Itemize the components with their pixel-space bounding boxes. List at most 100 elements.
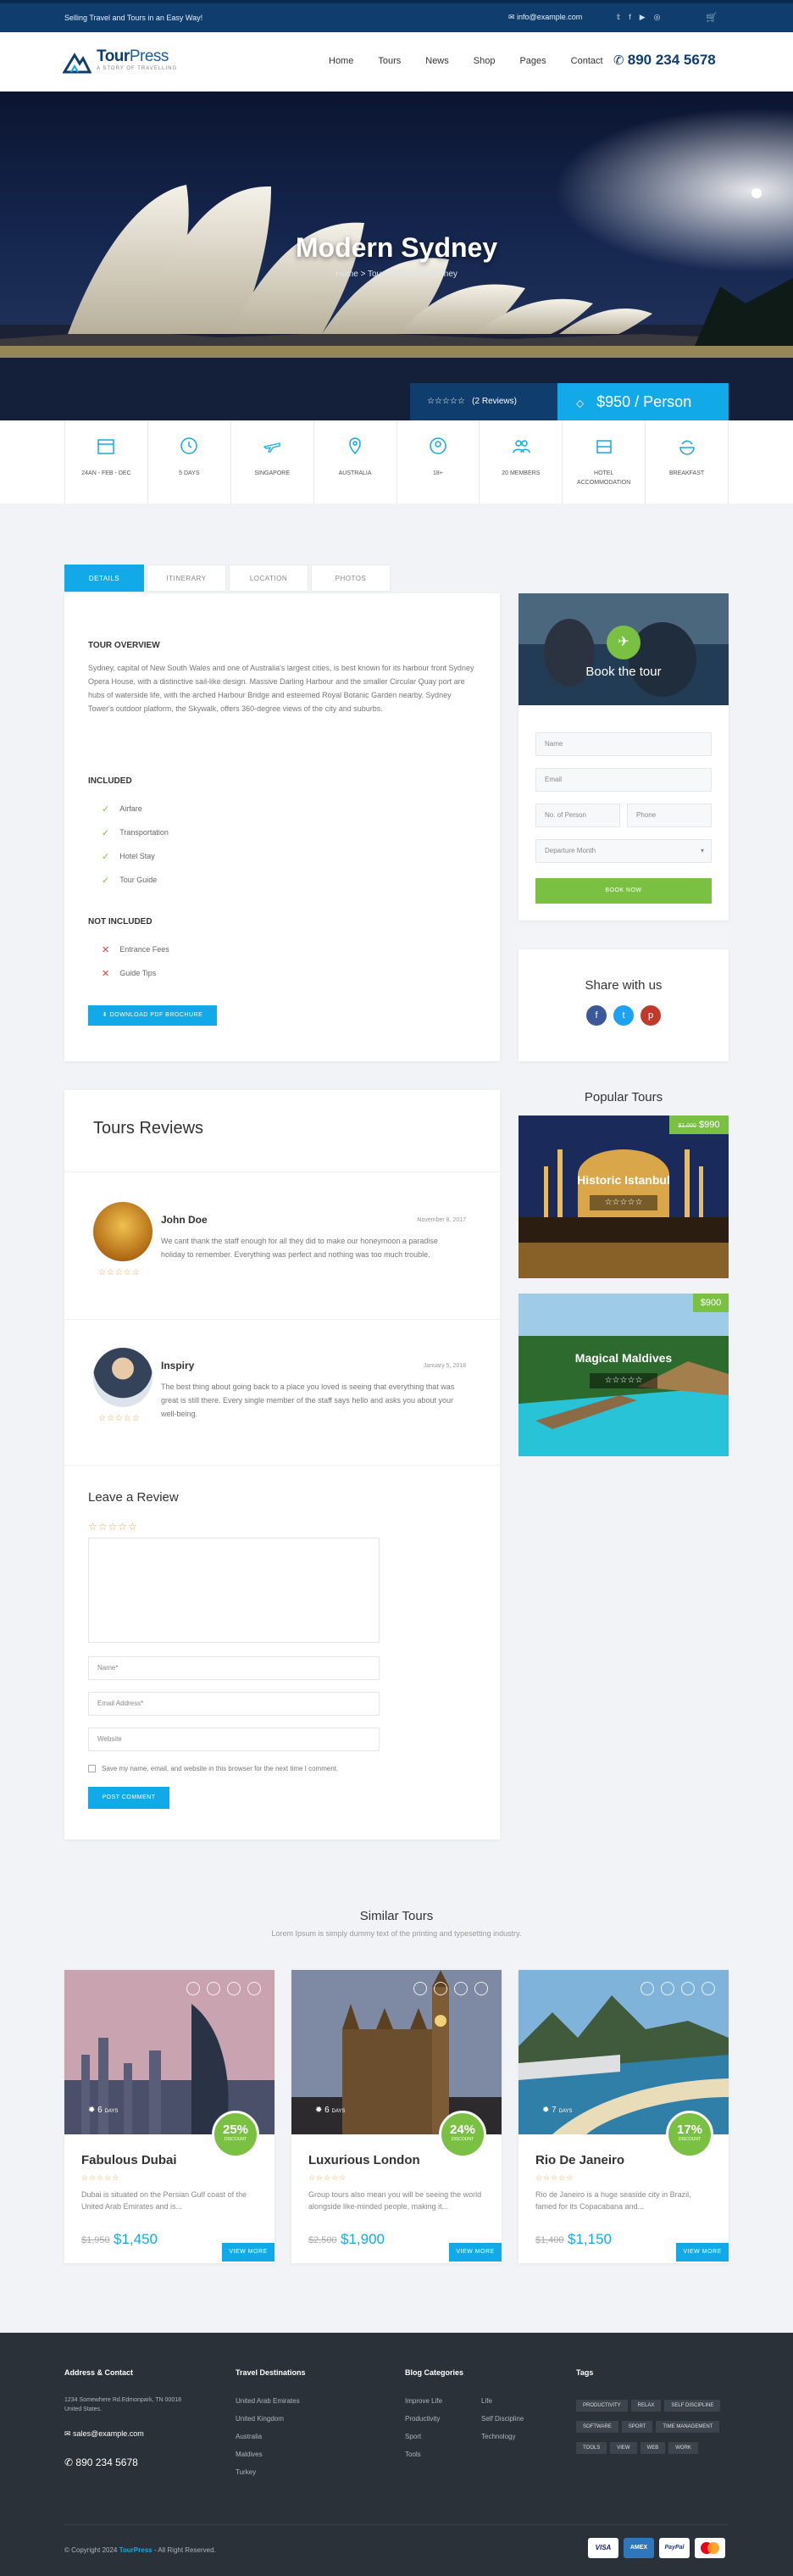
feature-hotel: HOTEL ACCOMMODATION	[563, 420, 646, 504]
tag-chip[interactable]: WORK	[668, 2442, 698, 2454]
top-email[interactable]: ✉ info@example.com	[508, 13, 582, 22]
tag-chip[interactable]: TIME MANAGEMENT	[656, 2421, 720, 2433]
booking-form: ✈ Book the tour Name Email No. of Person…	[518, 593, 729, 921]
footer-link[interactable]: Technology	[481, 2428, 524, 2445]
tab-details[interactable]: DETAILS	[64, 565, 144, 592]
rating-input[interactable]: ☆☆☆☆☆	[88, 1521, 138, 1533]
tour-rating[interactable]: ☆☆☆☆☆ (2 Reviews)	[410, 383, 557, 420]
tag-chip[interactable]: WEB	[640, 2442, 666, 2454]
popular-tour-card[interactable]: $1,000 $990 Historic Istanbul ☆☆☆☆☆	[518, 1116, 729, 1278]
tag-chip[interactable]: VIEW	[610, 2442, 637, 2454]
tag-chip[interactable]: SOFTWARE	[576, 2421, 618, 2433]
twitter-icon[interactable]: t	[613, 1005, 634, 1026]
footer-link[interactable]: Tools	[405, 2445, 442, 2463]
plane-icon	[263, 442, 280, 453]
nav-home[interactable]: Home	[329, 56, 353, 66]
month-select[interactable]: Departure Month ▾	[535, 839, 712, 863]
tour-name[interactable]: Rio De Janeiro	[535, 2153, 624, 2167]
footer-link[interactable]: United Arab Emirates	[236, 2392, 300, 2410]
review-textarea[interactable]	[88, 1538, 380, 1643]
tour-card[interactable]: ✹ 7 DAYS 17% DISCOUNT Rio De Janeiro ☆☆☆☆…	[518, 1970, 729, 2263]
footer-link[interactable]: Self Discipline	[481, 2410, 524, 2428]
header-phone[interactable]: ✆ 890 234 5678	[613, 52, 716, 69]
email-field[interactable]: Email Address*	[88, 1692, 380, 1716]
website-field[interactable]: Website	[88, 1728, 380, 1751]
map-pin-icon	[474, 1982, 488, 1995]
tour-price: $1,150	[568, 2231, 612, 2247]
price-badge: $1,000 $990	[669, 1116, 729, 1134]
details-panel: TOUR OVERVIEW Sydney, capital of New Sou…	[64, 593, 500, 1061]
footer-link[interactable]: Improve Life	[405, 2392, 442, 2410]
tour-card[interactable]: ✹ 6 DAYS 24% DISCOUNT Luxurious London ☆☆…	[291, 1970, 502, 2263]
tour-description: Group tours also mean you will be seeing…	[308, 2190, 482, 2211]
overview-title: TOUR OVERVIEW	[88, 641, 160, 650]
popular-tour-card[interactable]: $900 Magical Maldives ☆☆☆☆☆	[518, 1294, 729, 1456]
tour-name[interactable]: Luxurious London	[308, 2153, 420, 2167]
persons-field[interactable]: No. of Person	[535, 804, 620, 827]
logo-text[interactable]: TourPress	[97, 47, 169, 66]
name-field[interactable]: Name	[535, 732, 712, 756]
rating-stars: ☆☆☆☆☆	[98, 1268, 141, 1277]
email-field[interactable]: Email	[535, 768, 712, 792]
tour-card[interactable]: ✹ 6 DAYS 25% DISCOUNT Fabulous Dubai ☆☆☆☆…	[64, 1970, 274, 2263]
tag-chip[interactable]: SPORT	[621, 2421, 653, 2433]
nav-contact[interactable]: Contact	[571, 56, 603, 66]
tab-location[interactable]: LOCATION	[229, 565, 308, 592]
twitter-icon[interactable]: 𝕥	[617, 13, 620, 22]
footer-link[interactable]: United Kingdom	[236, 2410, 300, 2428]
footer-link[interactable]: Maldives	[236, 2445, 300, 2463]
rating-stars: ☆☆☆☆☆	[308, 2173, 347, 2182]
youtube-icon[interactable]: ▶	[640, 13, 646, 22]
footer-link[interactable]: Sport	[405, 2428, 442, 2445]
hero-title: Modern Sydney	[295, 232, 498, 263]
reviewer-name: John Doe	[161, 1214, 208, 1226]
sun-icon: ✹	[542, 2106, 552, 2115]
footer-link[interactable]: Turkey	[236, 2463, 300, 2481]
footer-email[interactable]: ✉ sales@example.com	[64, 2429, 144, 2439]
rating-stars: ☆☆☆☆☆	[427, 397, 465, 406]
footer-link[interactable]: Productivity	[405, 2410, 442, 2428]
nav-news[interactable]: News	[425, 56, 449, 66]
logo-icon[interactable]	[63, 50, 92, 74]
rating-stars: ☆☆☆☆☆	[590, 1373, 657, 1388]
save-info-checkbox[interactable]	[88, 1765, 96, 1772]
tag-chip[interactable]: SELF DISCIPLINE	[664, 2400, 721, 2412]
view-more-button[interactable]: VIEW MORE	[449, 2243, 502, 2262]
old-price: $1,950	[81, 2235, 110, 2245]
nav-pages[interactable]: Pages	[519, 56, 546, 66]
name-field[interactable]: Name*	[88, 1656, 380, 1680]
instagram-icon[interactable]: ◎	[654, 13, 661, 22]
download-brochure-button[interactable]: ⬇ DOWNLOAD PDF BROCHURE	[88, 1005, 217, 1026]
view-more-button[interactable]: VIEW MORE	[676, 2243, 729, 2262]
nav-tours[interactable]: Tours	[378, 56, 401, 66]
plane-icon	[454, 1982, 468, 1995]
tab-photos[interactable]: PHOTOS	[311, 565, 391, 592]
tour-name[interactable]: Fabulous Dubai	[81, 2153, 177, 2167]
tour-description: Dubai is situated on the Persian Gulf co…	[81, 2190, 247, 2211]
phone-field[interactable]: Phone	[627, 804, 712, 827]
book-now-button[interactable]: BOOK NOW	[535, 878, 712, 904]
check-icon: ✓	[102, 804, 110, 815]
cart-icon[interactable]: 🛒	[702, 10, 722, 25]
tag-chip[interactable]: RELAX	[630, 2400, 662, 2412]
pinterest-icon[interactable]: p	[640, 1005, 661, 1026]
tag-chip[interactable]: PRODUCTIVITY	[576, 2400, 628, 2412]
footer-link[interactable]: Life	[481, 2392, 524, 2410]
nav-shop[interactable]: Shop	[474, 56, 496, 66]
facebook-icon[interactable]: f	[629, 13, 631, 22]
tab-itinerary[interactable]: ITINERARY	[147, 565, 226, 592]
popular-tours-title: Popular Tours	[584, 1090, 663, 1104]
rating-stars: ☆☆☆☆☆	[98, 1414, 141, 1423]
feature-location: AUSTRALIA	[314, 420, 397, 504]
footer-phone[interactable]: ✆ 890 234 5678	[64, 2456, 138, 2468]
view-more-button[interactable]: VIEW MORE	[222, 2243, 274, 2262]
reviewer-name: Inspiry	[161, 1360, 195, 1371]
footer-link[interactable]: Australia	[236, 2428, 300, 2445]
facebook-icon[interactable]: f	[586, 1005, 607, 1026]
tour-info-icons	[186, 1982, 261, 1995]
tag-chip[interactable]: TOOLS	[576, 2442, 607, 2454]
social-links: 𝕥 f ▶ ◎	[617, 13, 661, 22]
review-text: We cant thank the staff enough for all t…	[161, 1237, 438, 1259]
post-comment-button[interactable]: POST COMMENT	[88, 1787, 169, 1809]
phone-icon: ✆	[613, 53, 628, 68]
